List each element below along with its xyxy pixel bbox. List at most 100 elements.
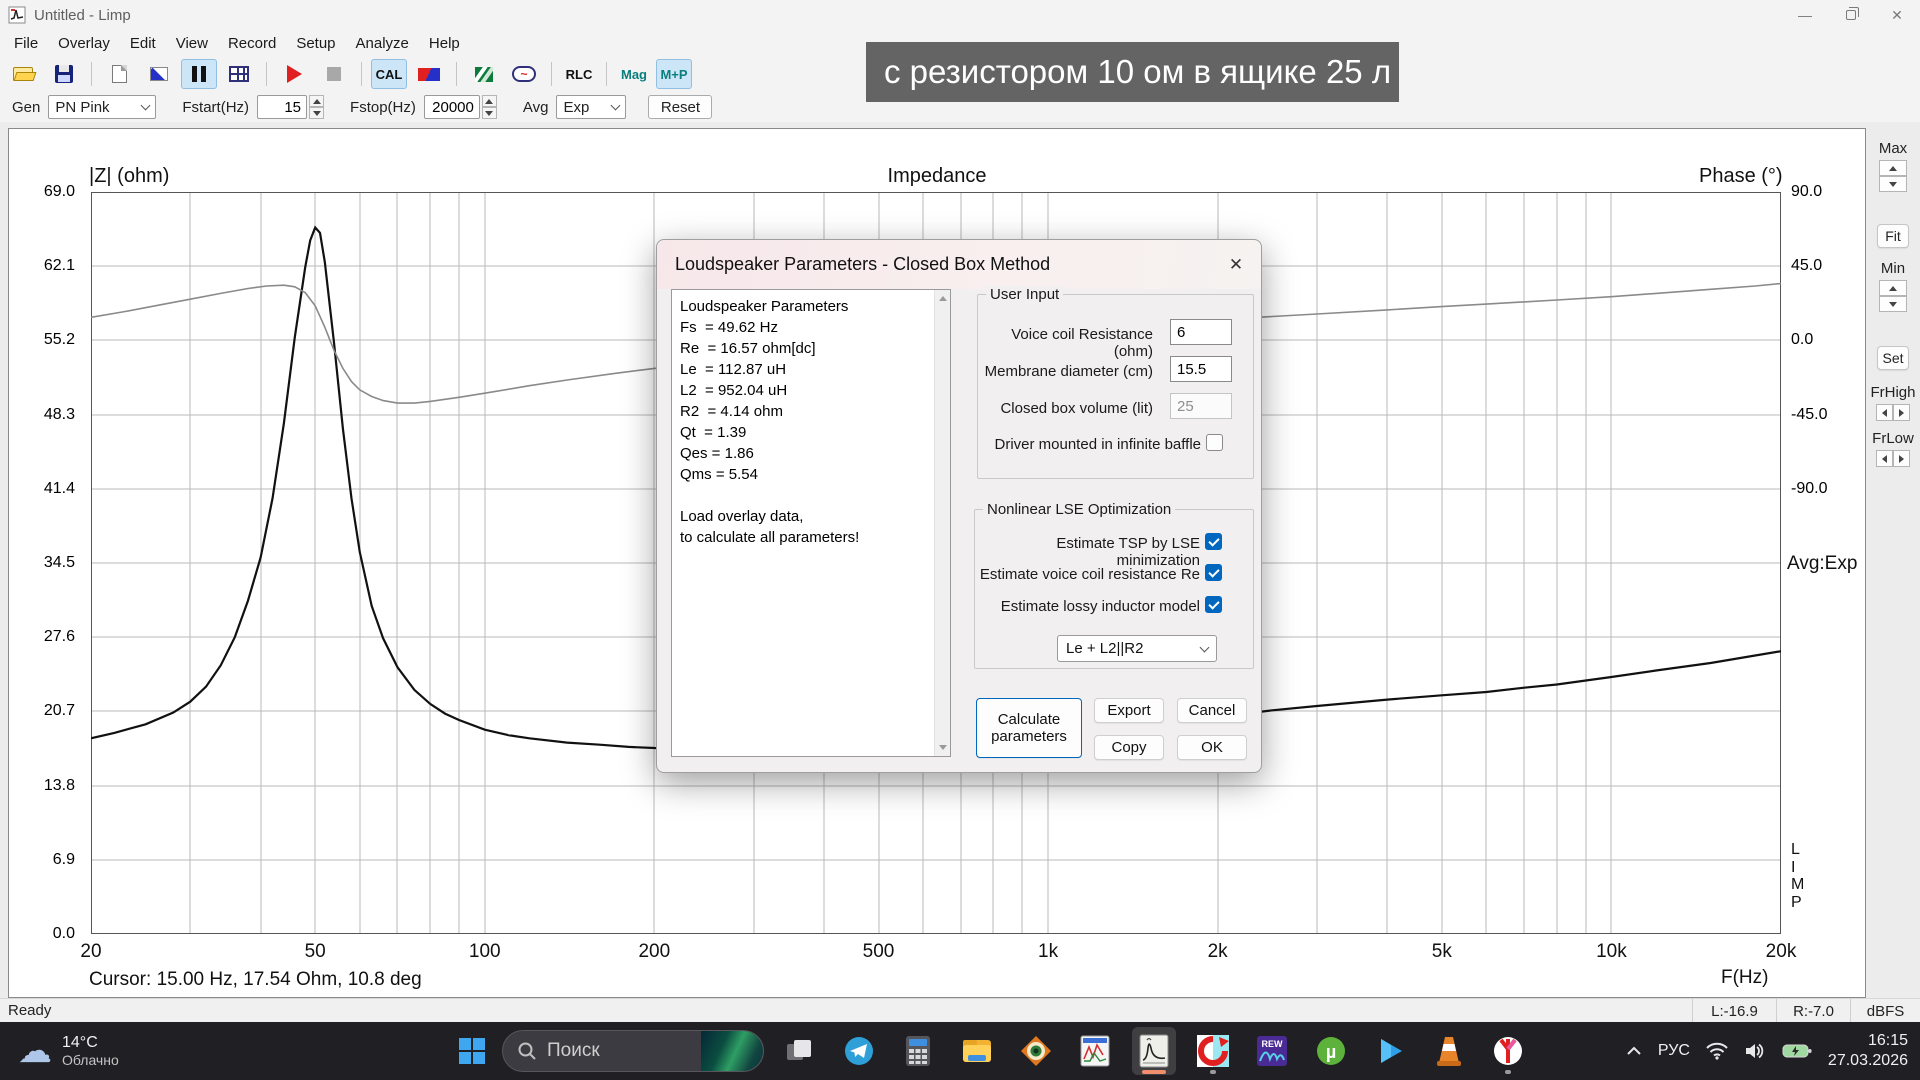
fstop-spinner[interactable] xyxy=(482,95,497,119)
frhigh-label: FrHigh xyxy=(1866,384,1920,401)
set-button[interactable]: Set xyxy=(1877,346,1909,370)
rew-icon[interactable]: REW xyxy=(1250,1027,1294,1075)
svg-text:µ: µ xyxy=(1326,1042,1336,1062)
media-player-icon[interactable] xyxy=(1368,1027,1412,1075)
telegram-icon[interactable] xyxy=(837,1027,881,1075)
search-highlight-image[interactable] xyxy=(701,1030,763,1072)
avg-select[interactable]: Exp xyxy=(556,95,626,119)
oscilloscope-button[interactable]: ~ xyxy=(506,59,542,89)
parameters-textbox[interactable]: Loudspeaker Parameters Fs = 49.62 Hz Re … xyxy=(671,289,951,757)
utorrent-icon[interactable]: µ xyxy=(1309,1027,1353,1075)
ok-button[interactable]: OK xyxy=(1177,735,1247,760)
lse-option-3-label: Estimate lossy inductor model xyxy=(1001,598,1200,615)
lse-option-3-checkbox[interactable] xyxy=(1205,596,1222,613)
arta-icon[interactable] xyxy=(1073,1027,1117,1075)
menu-analyze[interactable]: Analyze xyxy=(346,35,419,52)
scroll-down-icon[interactable] xyxy=(939,745,947,750)
closed-box-volume-label: Closed box volume (lit) xyxy=(1000,400,1153,417)
file-explorer-icon[interactable] xyxy=(955,1027,999,1075)
red-loop-icon[interactable] xyxy=(1191,1027,1235,1075)
pause-button[interactable] xyxy=(181,59,217,89)
export-button[interactable]: Export xyxy=(1094,698,1164,723)
scroll-up-icon[interactable] xyxy=(939,296,947,301)
color-overlay-button[interactable] xyxy=(411,59,447,89)
avg-mode-label: Avg:Exp xyxy=(1787,553,1857,575)
y-left-tick-label: 41.4 xyxy=(44,480,75,498)
inductor-model-select[interactable]: Le + L2||R2 xyxy=(1057,635,1217,662)
start-record-button[interactable] xyxy=(276,59,312,89)
lse-option-1-checkbox[interactable] xyxy=(1205,533,1222,550)
reset-button[interactable]: Reset xyxy=(648,95,712,119)
max-spinner[interactable] xyxy=(1879,160,1907,192)
menu-edit[interactable]: Edit xyxy=(120,35,166,52)
menu-help[interactable]: Help xyxy=(419,35,470,52)
y-left-tick-label: 0.0 xyxy=(53,925,75,943)
menu-overlay[interactable]: Overlay xyxy=(48,35,120,52)
y-right-tick-label: -90.0 xyxy=(1791,480,1827,498)
fstart-spinner[interactable] xyxy=(309,95,324,119)
fstop-input[interactable] xyxy=(424,95,480,119)
language-indicator[interactable]: РУС xyxy=(1658,1042,1690,1060)
spectrum-button[interactable] xyxy=(466,59,502,89)
table-view-button[interactable] xyxy=(221,59,257,89)
vlc-icon[interactable] xyxy=(1427,1027,1471,1075)
stop-record-button[interactable] xyxy=(316,59,352,89)
rlc-label: RLC xyxy=(566,67,593,82)
open-file-button[interactable] xyxy=(6,59,42,89)
calibrate-button[interactable]: CAL xyxy=(371,59,407,89)
x-tick-label: 200 xyxy=(638,941,670,963)
magnitude-button[interactable]: Mag xyxy=(616,59,652,89)
x-tick-label: 500 xyxy=(863,941,895,963)
overlay-button[interactable] xyxy=(141,59,177,89)
frlow-arrows[interactable] xyxy=(1876,450,1910,467)
save-file-button[interactable] xyxy=(46,59,82,89)
fstart-input[interactable] xyxy=(257,95,307,119)
calculate-parameters-button[interactable]: Calculate parameters xyxy=(976,698,1082,758)
calculator-icon[interactable] xyxy=(896,1027,940,1075)
menu-setup[interactable]: Setup xyxy=(286,35,345,52)
minimize-button[interactable]: — xyxy=(1782,0,1828,30)
fit-button[interactable]: Fit xyxy=(1877,224,1909,248)
generator-type-select[interactable]: PN Pink xyxy=(48,95,156,119)
scrollbar[interactable] xyxy=(934,290,950,756)
lse-option-2-checkbox[interactable] xyxy=(1205,564,1222,581)
start-button[interactable] xyxy=(452,1031,492,1071)
search-box[interactable]: Поиск xyxy=(502,1030,764,1072)
search-placeholder: Поиск xyxy=(547,1040,701,1062)
battery-icon[interactable] xyxy=(1782,1042,1812,1060)
wifi-icon[interactable] xyxy=(1706,1042,1728,1060)
voice-coil-input[interactable] xyxy=(1170,319,1232,345)
infinite-baffle-label: Driver mounted in infinite baffle xyxy=(995,436,1202,453)
clock[interactable]: 16:15 27.03.2026 xyxy=(1828,1031,1908,1071)
x-tick-label: 20 xyxy=(80,941,101,963)
x-tick-label: 2k xyxy=(1208,941,1228,963)
cancel-button[interactable]: Cancel xyxy=(1177,698,1247,723)
menu-view[interactable]: View xyxy=(166,35,218,52)
min-spinner[interactable] xyxy=(1879,280,1907,312)
menu-record[interactable]: Record xyxy=(218,35,286,52)
yandex-browser-icon[interactable] xyxy=(1486,1027,1530,1075)
task-view-icon[interactable] xyxy=(778,1027,822,1075)
rlc-button[interactable]: RLC xyxy=(561,59,597,89)
y-left-tick-label: 27.6 xyxy=(44,628,75,646)
frhigh-arrows[interactable] xyxy=(1876,404,1910,421)
volume-icon[interactable] xyxy=(1744,1042,1766,1060)
limp-icon[interactable] xyxy=(1132,1027,1176,1075)
closed-box-volume-input xyxy=(1170,393,1232,419)
weather-widget[interactable]: ☁ 14°C Облачно xyxy=(18,1022,119,1080)
copy-button[interactable]: Copy xyxy=(1094,735,1164,760)
new-document-button[interactable] xyxy=(101,59,137,89)
infinite-baffle-checkbox[interactable] xyxy=(1206,434,1223,451)
tray-expand-icon[interactable] xyxy=(1626,1046,1642,1056)
membrane-diameter-label: Membrane diameter (cm) xyxy=(985,363,1153,380)
y-axis-left-ticks: 69.062.155.248.341.434.527.620.713.86.90… xyxy=(9,192,83,934)
membrane-diameter-input[interactable] xyxy=(1170,356,1232,382)
save-floppy-icon xyxy=(55,65,73,83)
level-unit-label: dBFS xyxy=(1850,999,1920,1023)
restore-button[interactable] xyxy=(1828,0,1874,30)
mag-phase-button[interactable]: M+P xyxy=(656,59,692,89)
menu-file[interactable]: File xyxy=(4,35,48,52)
dialog-close-icon[interactable]: ✕ xyxy=(1225,254,1247,276)
close-button[interactable]: ✕ xyxy=(1874,0,1920,30)
eye-app-icon[interactable] xyxy=(1014,1027,1058,1075)
